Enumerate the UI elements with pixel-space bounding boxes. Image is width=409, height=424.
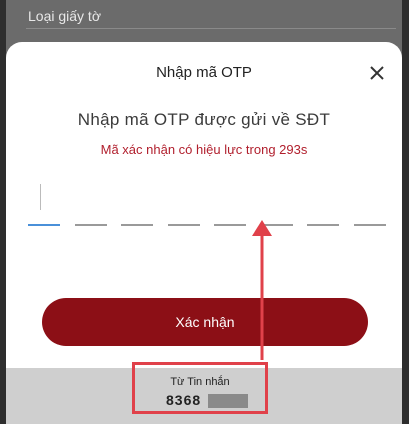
otp-digit-underline bbox=[260, 224, 293, 226]
otp-digit-input[interactable] bbox=[74, 178, 107, 226]
sms-suggestion-highlight[interactable] bbox=[132, 362, 268, 414]
text-caret bbox=[40, 184, 41, 210]
close-button[interactable] bbox=[366, 62, 388, 84]
otp-digit-underline bbox=[121, 224, 153, 226]
confirm-button[interactable]: Xác nhận bbox=[42, 298, 368, 346]
otp-digit-underline bbox=[74, 224, 107, 226]
otp-digit-input[interactable] bbox=[307, 178, 339, 226]
otp-input-group bbox=[28, 178, 386, 228]
otp-digit-underline bbox=[307, 224, 339, 226]
dialog-title: Nhập mã OTP bbox=[156, 64, 252, 81]
otp-digit-underline bbox=[214, 224, 246, 226]
document-type-label: Loại giấy tờ bbox=[28, 8, 102, 24]
otp-digit-input[interactable] bbox=[121, 178, 153, 226]
otp-digit-underline bbox=[167, 224, 200, 226]
otp-digit-input[interactable] bbox=[260, 178, 293, 226]
otp-digit-input[interactable] bbox=[353, 178, 386, 226]
otp-validity-text: Mã xác nhận có hiệu lực trong 293s bbox=[100, 142, 308, 157]
otp-digit-input[interactable] bbox=[28, 178, 60, 226]
otp-digit-underline bbox=[28, 224, 60, 226]
otp-instruction: Nhập mã OTP được gửi về SĐT bbox=[77, 110, 331, 129]
otp-digit-input[interactable] bbox=[167, 178, 200, 226]
otp-digit-input[interactable] bbox=[214, 178, 246, 226]
close-icon bbox=[370, 66, 384, 80]
otp-digit-underline bbox=[353, 224, 386, 226]
